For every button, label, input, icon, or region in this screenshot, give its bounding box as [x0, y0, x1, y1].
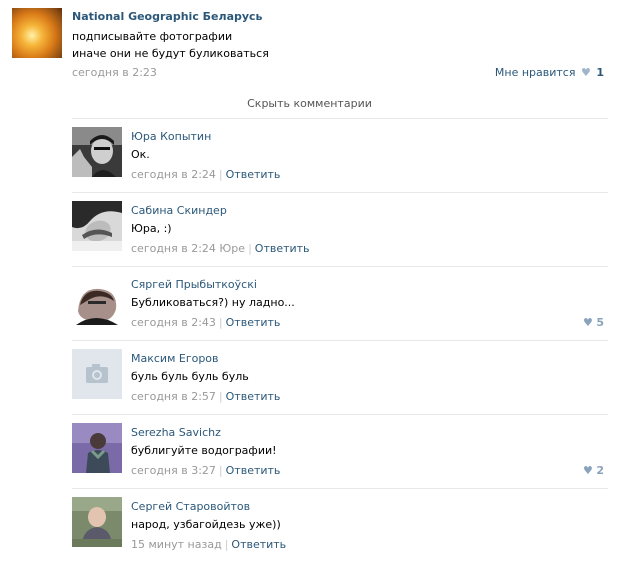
comment-author-link[interactable]: Максим Егоров	[131, 352, 219, 365]
meta-divider: |	[218, 168, 223, 181]
meta-divider: |	[248, 242, 252, 255]
meta-divider: |	[218, 464, 223, 477]
comment-like-count: 5	[596, 316, 604, 329]
comment-text: Ок.	[131, 148, 150, 161]
comment-author-link[interactable]: Сергей Старовойтов	[131, 500, 250, 513]
post-like-label: Мне нравится	[494, 66, 576, 79]
post-timestamp[interactable]: сегодня в 2:23	[72, 66, 157, 79]
comment-author-link[interactable]: Юра Копытин	[131, 130, 211, 143]
post-like-count: 1	[596, 66, 604, 79]
hide-comments-link[interactable]: Скрыть комментарии	[0, 97, 619, 110]
comment-like-button[interactable]: ♥ 5	[583, 316, 604, 329]
heart-icon: ♥	[582, 316, 593, 329]
avatar[interactable]	[72, 275, 122, 325]
post-avatar[interactable]	[12, 8, 62, 58]
post-text: подписывайте фотографии иначе они не буд…	[72, 28, 269, 62]
comment-meta: сегодня в 2:24 | Ответить	[131, 168, 280, 181]
comment-timestamp[interactable]: сегодня в 3:27	[131, 464, 216, 477]
meta-divider: |	[218, 390, 223, 403]
meta-divider: |	[224, 538, 229, 551]
comment-text: бублигуйте водографии!	[131, 444, 277, 457]
comment-text: буль буль буль буль	[131, 370, 249, 383]
comment: Юра Копытин Ок. сегодня в 2:24 | Ответить	[72, 119, 608, 193]
comment-meta: сегодня в 2:57 | Ответить	[131, 390, 280, 403]
comment-text: Юра, :)	[131, 222, 172, 235]
avatar[interactable]	[72, 201, 122, 251]
comment-author-link[interactable]: Сяргей Прыбыткоўскі	[131, 278, 257, 291]
post-text-line1: подписывайте фотографии	[72, 30, 233, 43]
comment-timestamp[interactable]: 15 минут назад	[131, 538, 222, 551]
comment-meta: сегодня в 3:27 | Ответить	[131, 464, 280, 477]
comment-text: народ, узбагойдезь уже))	[131, 518, 281, 531]
reply-link[interactable]: Ответить	[231, 538, 286, 551]
comment-timestamp[interactable]: сегодня в 2:57	[131, 390, 216, 403]
comment: Сергей Старовойтов народ, узбагойдезь уж…	[72, 489, 608, 563]
avatar[interactable]	[72, 423, 122, 473]
comment-like-count: 2	[596, 464, 604, 477]
comment-timestamp[interactable]: сегодня в 2:24	[131, 168, 216, 181]
comment-timestamp[interactable]: сегодня в 2:24	[131, 242, 216, 255]
reply-link[interactable]: Ответить	[226, 464, 281, 477]
comment: Максим Егоров буль буль буль буль сегодн…	[72, 341, 608, 415]
comment-meta: 15 минут назад | Ответить	[131, 538, 286, 551]
comment: Serezha Savichz бублигуйте водографии! с…	[72, 415, 608, 489]
comment-timestamp[interactable]: сегодня в 2:43	[131, 316, 216, 329]
post: National Geographic Беларусь подписывайт…	[12, 8, 608, 83]
comment: Сабина Скиндер Юра, :) сегодня в 2:24 Юр…	[72, 193, 608, 267]
heart-icon: ♥	[582, 464, 593, 477]
reply-link[interactable]: Ответить	[226, 168, 281, 181]
reply-link[interactable]: Ответить	[226, 316, 281, 329]
avatar[interactable]	[72, 497, 122, 547]
comment-like-button[interactable]: ♥ 2	[583, 464, 604, 477]
comment-text: Бубликоваться?) ну ладно...	[131, 296, 295, 309]
comment-author-link[interactable]: Serezha Savichz	[131, 426, 221, 439]
comment-meta: сегодня в 2:43 | Ответить	[131, 316, 280, 329]
heart-icon: ♥	[580, 66, 591, 79]
avatar[interactable]	[72, 349, 122, 399]
post-author-link[interactable]: National Geographic Беларусь	[72, 10, 263, 23]
reply-link[interactable]: Ответить	[255, 242, 310, 255]
post-text-line2: иначе они не будут буликоваться	[72, 47, 269, 60]
reply-link[interactable]: Ответить	[226, 390, 281, 403]
meta-divider: |	[218, 316, 223, 329]
comment-author-link[interactable]: Сабина Скиндер	[131, 204, 227, 217]
comment: Сяргей Прыбыткоўскі Бубликоваться?) ну л…	[72, 267, 608, 341]
comment-meta: сегодня в 2:24 Юре | Ответить	[131, 242, 310, 255]
reply-to-link[interactable]: Юре	[219, 242, 245, 255]
avatar[interactable]	[72, 127, 122, 177]
post-like-button[interactable]: Мне нравится ♥ 1	[495, 66, 604, 79]
